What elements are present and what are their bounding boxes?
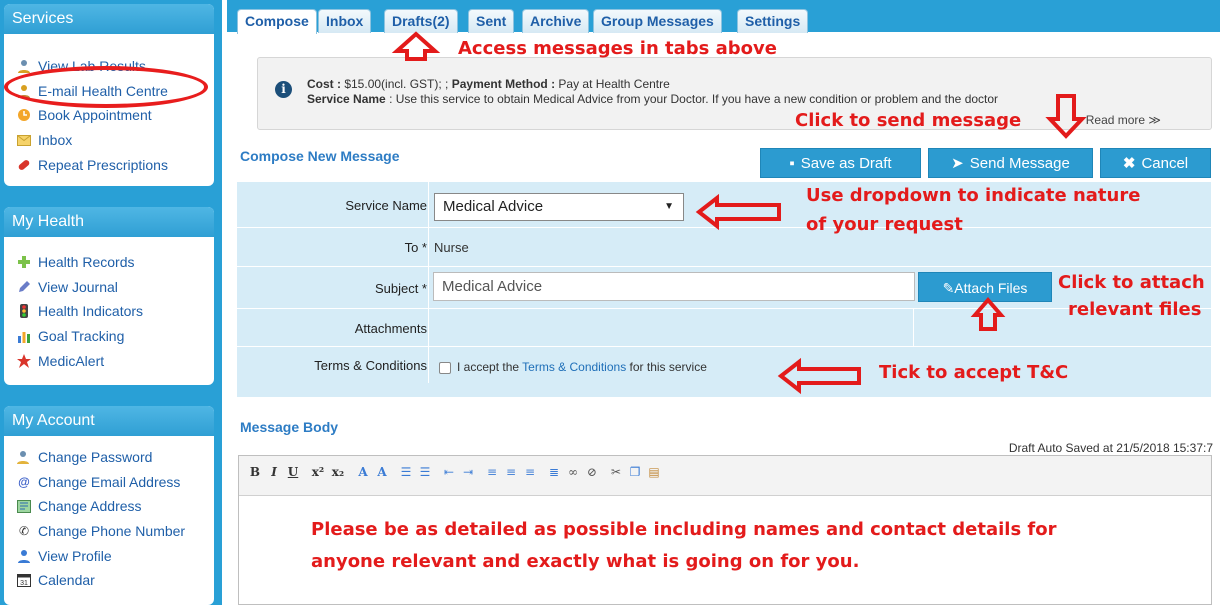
annotation-send: Click to send message xyxy=(795,110,1022,131)
annotation-body-line2: anyone relevant and exactly what is goin… xyxy=(311,551,860,572)
arrow-left-terms xyxy=(777,357,861,395)
annotation-tabs: Access messages in tabs above xyxy=(458,38,777,59)
annotation-terms: Tick to accept T&C xyxy=(879,362,1069,383)
annotation-dropdown-line2: of your request xyxy=(806,214,963,235)
annotation-attach-line1: Click to attach xyxy=(1058,272,1205,293)
arrow-up-attach xyxy=(970,296,1006,331)
arrow-left-dropdown xyxy=(695,193,781,231)
annotation-attach-line2: relevant files xyxy=(1068,299,1202,320)
arrow-up-tabs xyxy=(391,31,441,61)
annotation-arrows xyxy=(391,31,1087,395)
annotation-dropdown-line1: Use dropdown to indicate nature xyxy=(806,185,1141,206)
annotation-body-line1: Please be as detailed as possible includ… xyxy=(311,519,1057,540)
arrow-down-send xyxy=(1045,94,1087,139)
